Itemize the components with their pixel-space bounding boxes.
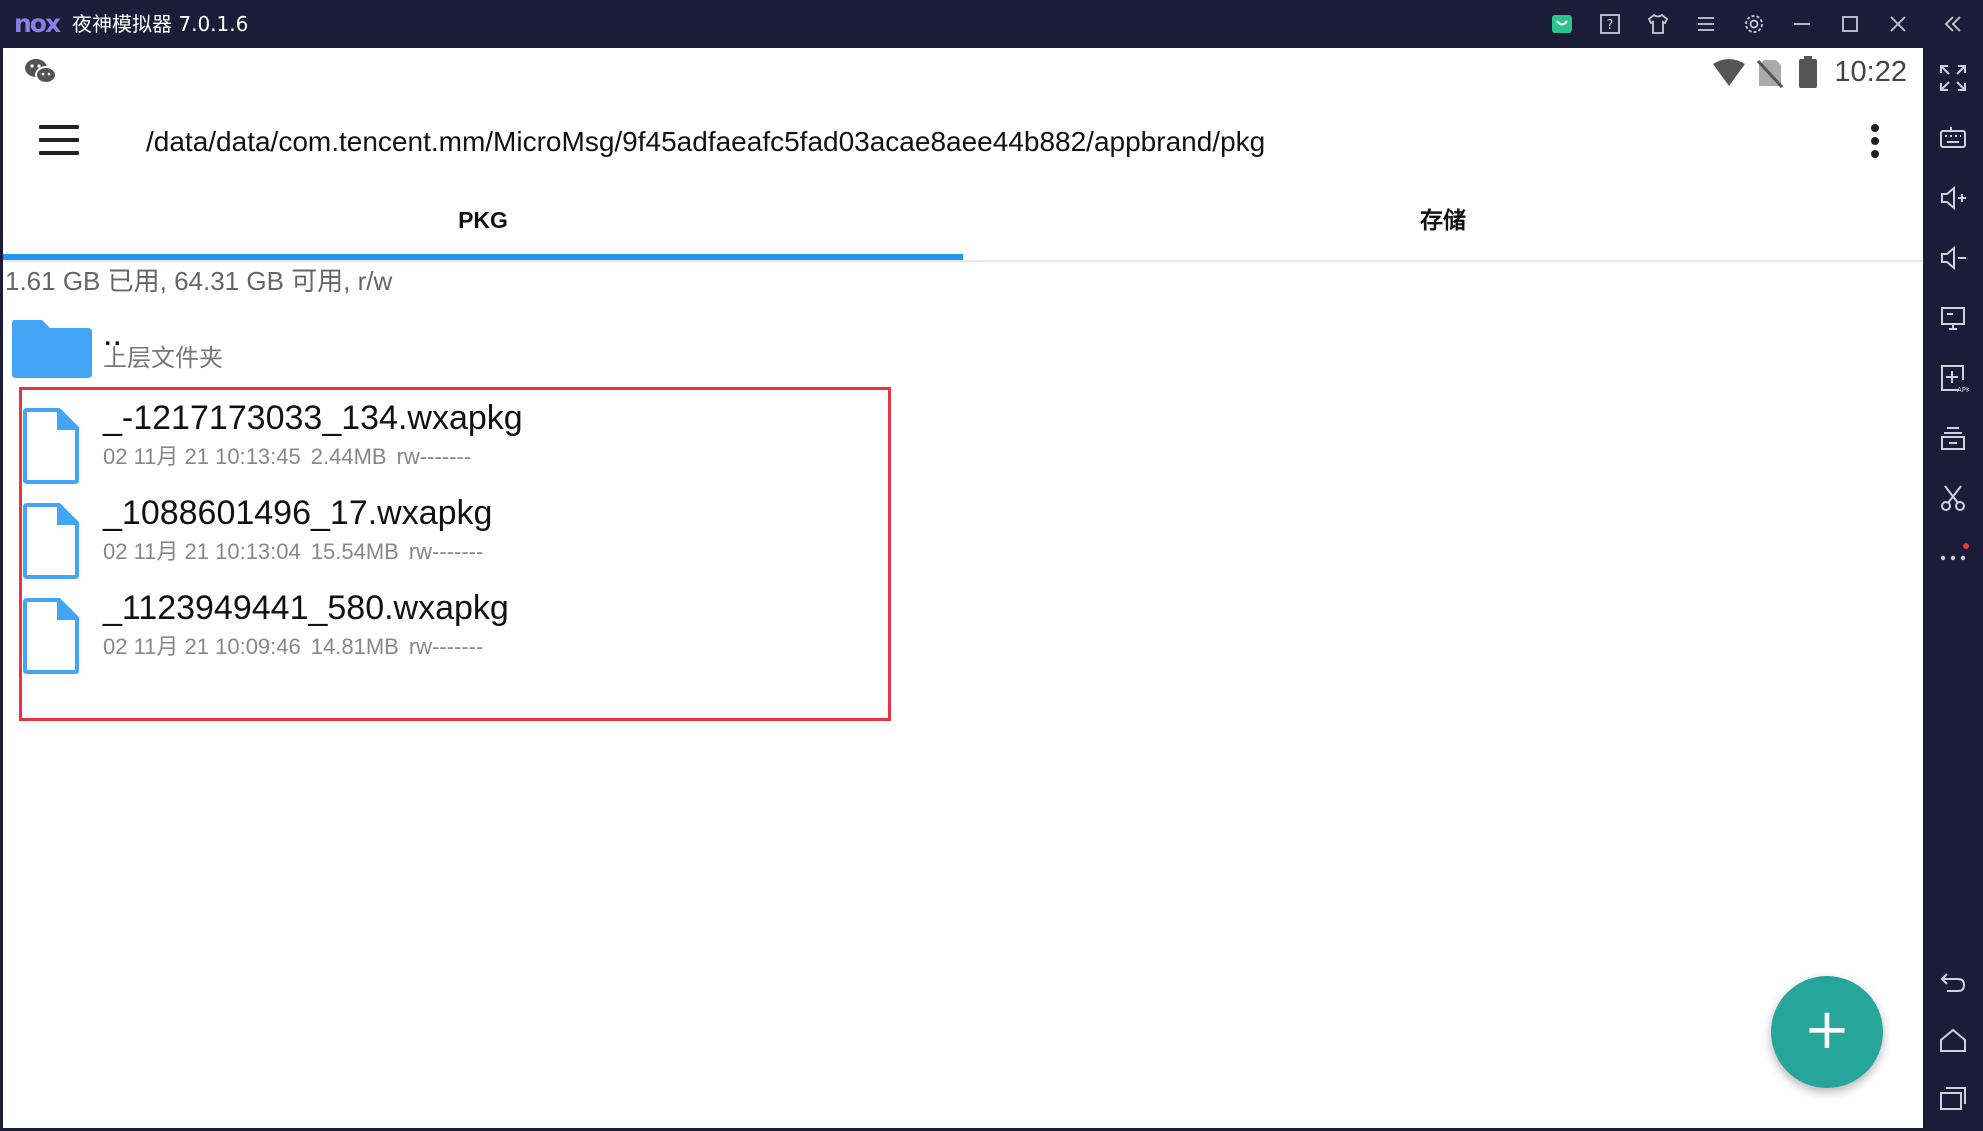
home-icon[interactable] [1937,1024,1969,1056]
no-sim-icon [1756,58,1784,89]
keyboard-icon[interactable] [1937,122,1969,154]
tab-storage-label: 存储 [1420,207,1466,233]
overflow-menu-icon[interactable] [1869,124,1881,164]
svg-text:APK: APK [1957,386,1969,394]
more-icon[interactable] [1937,538,1969,570]
skin-icon[interactable] [1646,12,1670,36]
nox-logo: nox [14,9,61,38]
battery-icon [1799,56,1817,88]
highlight-box [19,387,891,721]
back-icon[interactable] [1937,966,1969,998]
apk-install-icon[interactable]: APK [1937,362,1971,394]
android-screen: 10:22 /data/data/com.tencent.mm/MicroMsg… [3,48,1923,1128]
recent-apps-icon[interactable] [1937,1082,1969,1114]
emulator-sidebar: APK [1923,48,1983,1131]
tab-storage[interactable]: 存储 [963,192,1923,260]
screen-icon[interactable] [1937,302,1969,334]
emulator-title-bar: nox 夜神模拟器 7.0.1.6 ? [0,0,1983,48]
wifi-icon [1711,58,1747,88]
current-path: /data/data/com.tencent.mm/MicroMsg/9f45a… [146,126,1266,157]
tab-pkg-label: PKG [458,207,508,233]
app-bar: /data/data/com.tencent.mm/MicroMsg/9f45a… [3,96,1923,192]
collapse-icon[interactable] [1941,12,1965,36]
store-icon[interactable] [1550,12,1574,36]
wechat-icon [23,56,59,88]
close-icon[interactable] [1886,12,1910,36]
parent-folder-label: 上层文件夹 [103,345,223,372]
settings-icon[interactable] [1742,12,1766,36]
hamburger-menu-icon[interactable] [39,125,79,161]
svg-text:?: ? [1607,18,1614,33]
menu-lines-icon[interactable] [1694,12,1718,36]
fullscreen-icon[interactable] [1937,62,1969,94]
tab-pkg[interactable]: PKG [3,192,963,260]
volume-down-icon[interactable] [1937,242,1969,274]
volume-up-icon[interactable] [1937,182,1969,214]
scissors-icon[interactable] [1937,482,1969,514]
status-clock: 10:22 [1834,56,1907,88]
maximize-icon[interactable] [1838,12,1862,36]
folder-icon [10,316,94,380]
add-fab-button[interactable]: + [1771,976,1883,1088]
minimize-icon[interactable] [1790,12,1814,36]
multi-instance-icon[interactable] [1937,422,1969,454]
help-icon[interactable]: ? [1598,12,1622,36]
tab-bar: PKG 存储 [3,192,1923,262]
active-tab-indicator [3,254,963,260]
window-title: 夜神模拟器 7.0.1.6 [72,12,249,36]
storage-info: 1.61 GB 已用, 64.31 GB 可用, r/w [5,266,393,296]
status-bar: 10:22 [3,48,1923,96]
